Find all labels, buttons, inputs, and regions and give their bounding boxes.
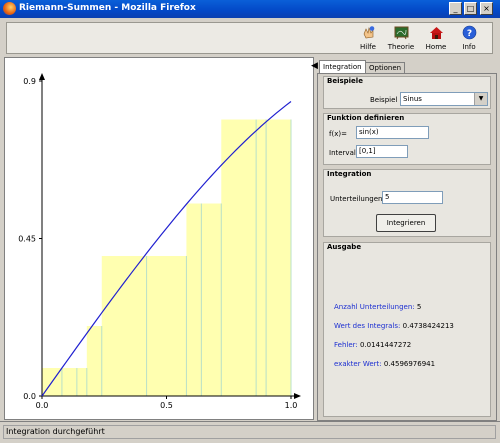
beispiel-select-value: Sinus xyxy=(403,95,422,103)
output-line: Wert des Integrals: 0.4738424213 xyxy=(334,322,454,330)
maximize-button[interactable]: □ xyxy=(464,2,477,15)
home-button[interactable]: Home xyxy=(419,25,453,51)
integration-group: Integration Unterteilungen 5 Integrieren xyxy=(323,169,491,237)
blackboard-icon xyxy=(394,26,408,40)
riemann-bar xyxy=(101,256,147,396)
tab-integration[interactable]: Integration xyxy=(319,60,366,73)
beispiel-label: Beispiel xyxy=(370,96,398,104)
output-line: exakter Wert: 0.4596976941 xyxy=(334,360,435,368)
riemann-bar xyxy=(186,203,222,396)
help-label: Hilfe xyxy=(360,43,376,51)
chevron-down-icon[interactable]: ▼ xyxy=(474,93,487,105)
output-key: Fehler: xyxy=(334,341,358,349)
tab-content: Beispiele Beispiel Sinus ▼ Funktion defi… xyxy=(317,73,497,421)
toolbar: Hilfe Theorie Home ? Info xyxy=(6,22,493,54)
firefox-icon xyxy=(3,2,16,15)
riemann-bar xyxy=(266,119,291,396)
integration-title: Integration xyxy=(327,170,372,178)
interval-label: Intervall xyxy=(329,149,358,157)
y-tick-label: 0.0 xyxy=(23,392,36,401)
x-tick-label: 0.0 xyxy=(36,401,49,410)
riemann-bar xyxy=(146,256,187,396)
tab-optionen[interactable]: Optionen xyxy=(365,62,406,73)
integrieren-button[interactable]: Integrieren xyxy=(376,214,436,232)
ausgabe-group: Ausgabe Anzahl Unterteilungen: 5 Wert de… xyxy=(323,242,491,417)
y-axis-arrow-icon xyxy=(39,73,45,80)
x-axis-arrow-icon xyxy=(294,393,301,399)
riemann-bar xyxy=(61,368,87,396)
house-icon xyxy=(429,27,443,39)
close-button[interactable]: × xyxy=(480,2,493,15)
ausgabe-title: Ausgabe xyxy=(327,243,362,251)
minimize-button[interactable]: _ xyxy=(449,2,462,15)
funktion-title: Funktion definieren xyxy=(327,114,405,122)
output-value: 0.0141447272 xyxy=(360,341,412,349)
info-label: Info xyxy=(462,43,476,51)
fx-label: f(x)= xyxy=(329,130,347,138)
funktion-group: Funktion definieren f(x)= sin(x) Interva… xyxy=(323,113,491,165)
title-bar: Riemann-Summen - Mozilla Firefox _ □ × xyxy=(0,0,500,18)
beispiele-title: Beispiele xyxy=(327,77,363,85)
riemann-bar xyxy=(221,119,267,396)
x-tick-label: 1.0 xyxy=(285,401,298,410)
info-button[interactable]: ? Info xyxy=(452,25,486,51)
help-hand-icon xyxy=(363,26,374,39)
y-tick-label: 0.45 xyxy=(18,235,36,244)
svg-text:?: ? xyxy=(466,29,471,39)
help-button[interactable]: Hilfe xyxy=(351,25,385,51)
riemann-chart: 0.0 0.45 0.9 0.0 0.5 1.0 xyxy=(18,73,301,410)
x-tick-label: 0.5 xyxy=(160,401,173,410)
output-value: 0.4596976941 xyxy=(383,360,436,368)
theory-button[interactable]: Theorie xyxy=(384,25,418,51)
output-value: 5 xyxy=(416,303,422,311)
home-label: Home xyxy=(425,43,447,51)
beispiel-select[interactable]: Sinus ▼ xyxy=(400,92,488,106)
status-text: Integration durchgeführt xyxy=(6,427,105,436)
info-question-icon: ? xyxy=(462,25,476,40)
y-tick-label: 0.9 xyxy=(23,77,36,86)
output-key: Anzahl Unterteilungen: xyxy=(334,303,415,311)
output-key: exakter Wert: xyxy=(334,360,382,368)
output-line: Anzahl Unterteilungen: 5 xyxy=(334,303,421,311)
status-bar: Integration durchgeführt xyxy=(0,421,500,443)
collapse-arrow-icon[interactable]: ◀ xyxy=(311,61,318,71)
unterteilungen-input[interactable]: 5 xyxy=(382,191,443,204)
fx-input[interactable]: sin(x) xyxy=(356,126,429,139)
side-panel: ◀ Integration Optionen Beispiele Beispie… xyxy=(311,59,497,421)
unterteilungen-label: Unterteilungen xyxy=(330,195,383,203)
interval-input[interactable]: [0,1] xyxy=(356,145,408,158)
window-title: Riemann-Summen - Mozilla Firefox xyxy=(19,3,196,13)
riemann-bar xyxy=(86,326,102,396)
output-line: Fehler: 0.0141447272 xyxy=(334,341,411,349)
beispiele-group: Beispiele Beispiel Sinus ▼ xyxy=(323,76,491,109)
plot-panel: 0.0 0.45 0.9 0.0 0.5 1.0 xyxy=(4,57,314,420)
theory-label: Theorie xyxy=(387,43,415,51)
output-key: Wert des Integrals: xyxy=(334,322,401,330)
output-value: 0.4738424213 xyxy=(402,322,454,330)
